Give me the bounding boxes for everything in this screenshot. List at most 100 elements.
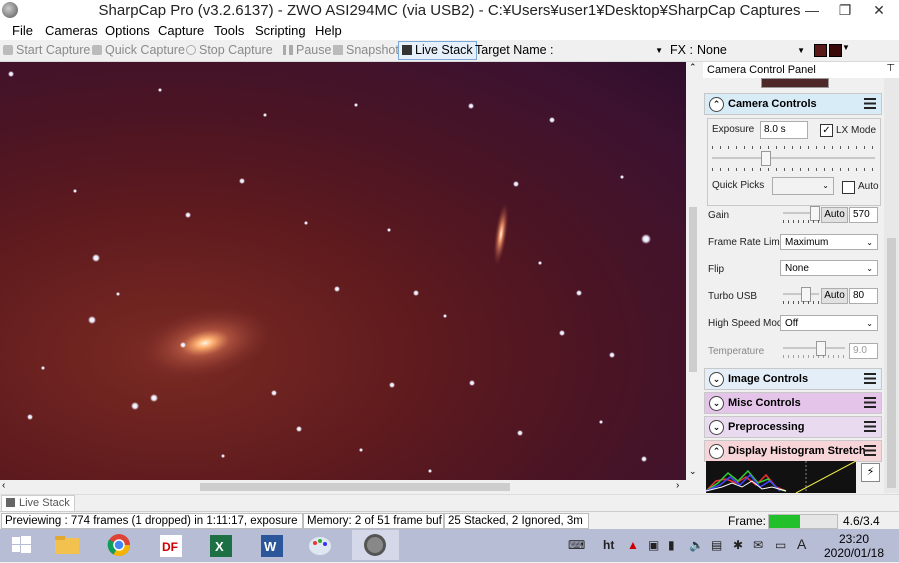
lx-mode-checkbox[interactable]: ✓: [820, 124, 833, 137]
chevron-down-icon[interactable]: ⌄: [709, 420, 724, 435]
color-swatch-icon[interactable]: [814, 44, 827, 57]
chevron-down-icon[interactable]: ⌄: [709, 372, 724, 387]
turbo-auto-button[interactable]: Auto: [821, 288, 848, 304]
temperature-readout: 9.0: [849, 343, 878, 359]
sharpcap-taskbar-icon[interactable]: [352, 530, 399, 560]
volume-icon[interactable]: 🔈: [689, 538, 704, 552]
paint-icon[interactable]: [305, 532, 335, 559]
chevron-up-icon[interactable]: ⌃: [709, 444, 724, 459]
viewport-horizontal-scrollbar[interactable]: ‹ ›: [0, 480, 686, 494]
menu-capture[interactable]: Capture: [158, 22, 204, 39]
lx-mode-label: LX Mode: [836, 125, 877, 136]
scroll-up-icon[interactable]: ⌃: [689, 62, 697, 73]
live-stack-icon: [402, 45, 412, 55]
menu-cameras[interactable]: Cameras: [45, 22, 98, 39]
pdf-app-icon[interactable]: DF: [156, 532, 186, 559]
scroll-right-icon[interactable]: ›: [676, 480, 679, 491]
excel-icon[interactable]: X: [206, 532, 236, 559]
gain-input[interactable]: 570: [849, 207, 878, 223]
pin-icon[interactable]: ⊤: [886, 61, 895, 77]
flip-combo[interactable]: None ⌄: [780, 260, 878, 276]
section-display-histogram[interactable]: ⌃ Display Histogram Stretch: [704, 440, 882, 462]
start-capture-icon: [3, 45, 13, 55]
camera-image[interactable]: [0, 62, 686, 480]
pause-button[interactable]: Pause: [283, 42, 331, 59]
snapshot-button[interactable]: Snapshot: [333, 42, 399, 59]
scroll-down-icon[interactable]: ⌄: [689, 466, 697, 477]
chevron-down-icon[interactable]: ⌄: [709, 396, 724, 411]
notification-icon[interactable]: ✉: [753, 538, 763, 552]
exposure-slider-ticks-bottom: [712, 168, 875, 171]
tab-live-stack[interactable]: Live Stack: [1, 495, 75, 512]
turbo-usb-slider[interactable]: [783, 287, 819, 304]
quick-picks-combo[interactable]: ⌄: [772, 177, 834, 195]
section-image-controls[interactable]: ⌄ Image Controls: [704, 368, 882, 390]
network-icon[interactable]: ▤: [711, 538, 722, 552]
hamburger-menu-icon[interactable]: [864, 421, 876, 432]
section-title: Misc Controls: [728, 397, 801, 409]
stop-capture-button[interactable]: Stop Capture: [186, 42, 273, 59]
start-capture-button[interactable]: Start Capture: [3, 42, 90, 59]
file-explorer-icon[interactable]: [52, 532, 82, 559]
viewport-vertical-scrollbar[interactable]: ⌃ ⌄: [686, 62, 700, 480]
frame-rate-label: Frame Rate Limit: [708, 237, 785, 248]
hamburger-menu-icon[interactable]: [864, 98, 876, 109]
quick-picks-label: Quick Picks: [712, 180, 765, 191]
gain-auto-button[interactable]: Auto: [821, 207, 848, 223]
ht-icon[interactable]: ht: [603, 538, 614, 552]
bluetooth-icon[interactable]: ✱: [733, 538, 743, 552]
hamburger-menu-icon[interactable]: [864, 397, 876, 408]
chrome-icon[interactable]: [104, 532, 134, 559]
battery-icon[interactable]: ▮: [668, 538, 675, 552]
display-tray-icon[interactable]: ▣: [648, 538, 659, 552]
panel-preview-strip: [761, 78, 829, 88]
monitor-icon[interactable]: ▭: [775, 538, 786, 552]
menu-tools[interactable]: Tools: [214, 22, 244, 39]
panel-scrollbar[interactable]: [884, 78, 899, 493]
menu-scripting[interactable]: Scripting: [255, 22, 306, 39]
close-button[interactable]: ✕: [864, 0, 894, 21]
ime-indicator[interactable]: A: [797, 536, 806, 552]
target-name-combo[interactable]: ▼: [555, 43, 665, 58]
word-icon[interactable]: W: [257, 532, 287, 559]
frame-rate-combo[interactable]: Maximum ⌄: [780, 234, 878, 250]
fx-combo[interactable]: None ▼: [697, 43, 807, 58]
scroll-thumb[interactable]: [689, 207, 697, 372]
stop-capture-icon: [186, 45, 196, 55]
section-misc-controls[interactable]: ⌄ Misc Controls: [704, 392, 882, 414]
exposure-input[interactable]: 8.0 s: [760, 121, 808, 139]
status-stacked: 25 Stacked, 2 Ignored, 3m: [444, 513, 589, 529]
windows-start-icon[interactable]: [8, 532, 38, 559]
gain-slider[interactable]: [783, 206, 820, 223]
section-camera-controls[interactable]: ⌃ Camera Controls: [704, 93, 882, 115]
frame-progress-fill: [769, 515, 800, 528]
scroll-thumb[interactable]: [887, 238, 896, 488]
section-preprocessing[interactable]: ⌄ Preprocessing: [704, 416, 882, 438]
hamburger-menu-icon[interactable]: [864, 373, 876, 384]
histogram-display[interactable]: [706, 461, 856, 493]
menu-file[interactable]: File: [12, 22, 33, 39]
reticle-icon[interactable]: [829, 44, 842, 57]
clock[interactable]: 23:20 2020/01/18: [821, 532, 887, 560]
minimize-button[interactable]: —: [797, 0, 827, 21]
hamburger-menu-icon[interactable]: [864, 445, 876, 456]
auto-checkbox[interactable]: [842, 181, 855, 194]
keyboard-icon[interactable]: ⌨: [568, 538, 585, 552]
acrobat-tray-icon[interactable]: ▲: [627, 538, 639, 552]
live-stack-button[interactable]: Live Stack: [398, 41, 477, 60]
maximize-button[interactable]: ❐: [830, 0, 860, 21]
quick-capture-button[interactable]: Quick Capture: [92, 42, 185, 59]
scroll-thumb[interactable]: [200, 483, 510, 491]
turbo-usb-input[interactable]: 80: [849, 288, 878, 304]
chevron-up-icon[interactable]: ⌃: [709, 97, 724, 112]
menu-options[interactable]: Options: [105, 22, 150, 39]
windows-taskbar: DF X W ⌨ ht ▲ ▣ ▮ 🔈 ▤ ✱ ✉ ▭ A 23:20 2020…: [0, 529, 899, 562]
galaxy-m82: [493, 202, 509, 266]
menu-help[interactable]: Help: [315, 22, 342, 39]
chevron-down-icon[interactable]: ▼: [842, 43, 850, 52]
high-speed-combo[interactable]: Off ⌄: [780, 315, 878, 331]
exposure-slider[interactable]: [712, 151, 875, 167]
scroll-left-icon[interactable]: ‹: [2, 480, 5, 491]
panel-title-text: Camera Control Panel: [707, 64, 816, 76]
histogram-auto-stretch-button[interactable]: ⚡: [861, 463, 880, 482]
